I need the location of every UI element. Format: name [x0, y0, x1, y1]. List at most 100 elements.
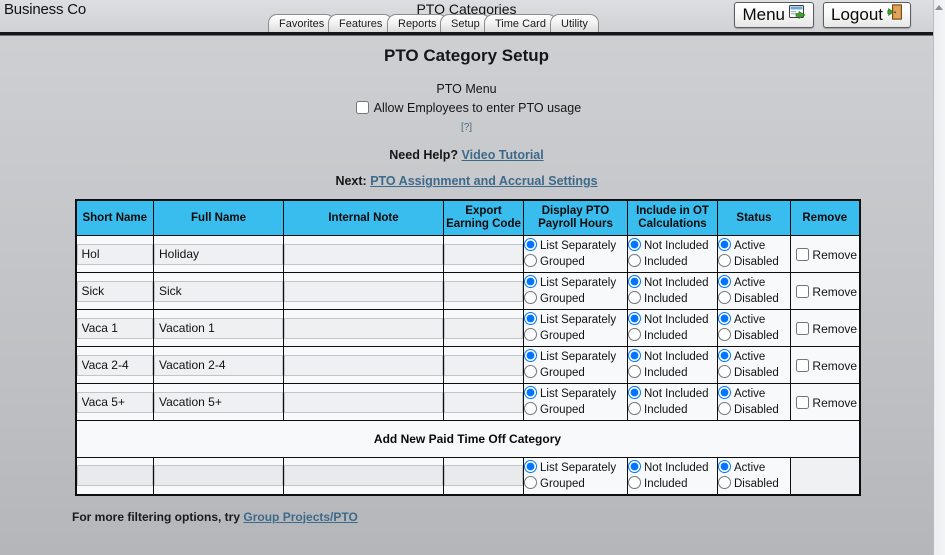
display-pto-radio[interactable]	[524, 254, 537, 267]
include-ot-radio[interactable]	[628, 365, 641, 378]
logout-button[interactable]: Logout	[823, 2, 911, 28]
display-pto-option[interactable]: List Separately	[524, 349, 627, 365]
internal-note-input[interactable]	[284, 317, 443, 339]
new-status-option[interactable]: Disabled	[718, 475, 790, 492]
scroll-up-arrow-icon[interactable]	[935, 3, 944, 12]
full-name-input[interactable]	[154, 391, 283, 413]
remove-checkbox[interactable]	[796, 395, 810, 409]
display-pto-radio[interactable]	[524, 291, 537, 304]
export-earning-code-input[interactable]	[444, 280, 523, 302]
new-short-name-input[interactable]	[76, 465, 153, 487]
status-radio[interactable]	[718, 386, 731, 399]
display-pto-option[interactable]: List Separately	[524, 386, 627, 402]
new-display-pto-radio[interactable]	[524, 459, 537, 473]
include-ot-radio[interactable]	[628, 349, 641, 362]
status-radio[interactable]	[718, 275, 731, 288]
include-ot-option[interactable]: Not Included	[628, 238, 717, 254]
export-earning-code-input[interactable]	[444, 243, 523, 265]
display-pto-radio[interactable]	[524, 365, 537, 378]
remove-row-control[interactable]: Remove	[792, 358, 857, 373]
tab-features[interactable]: Features	[328, 14, 394, 33]
status-radio[interactable]	[718, 254, 731, 267]
menu-button[interactable]: Menu	[734, 2, 814, 28]
include-ot-option[interactable]: Not Included	[628, 275, 717, 291]
new-status-radio[interactable]	[718, 475, 731, 489]
include-ot-radio[interactable]	[628, 328, 641, 341]
remove-checkbox[interactable]	[796, 284, 810, 298]
include-ot-option[interactable]: Not Included	[628, 349, 717, 365]
display-pto-option[interactable]: Grouped	[524, 402, 627, 418]
display-pto-radio[interactable]	[524, 328, 537, 341]
include-ot-option[interactable]: Included	[628, 254, 717, 270]
include-ot-radio[interactable]	[628, 402, 641, 415]
include-ot-option[interactable]: Included	[628, 402, 717, 418]
status-option[interactable]: Disabled	[718, 254, 790, 270]
remove-checkbox[interactable]	[796, 321, 810, 335]
display-pto-option[interactable]: List Separately	[524, 312, 627, 328]
status-option[interactable]: Disabled	[718, 402, 790, 418]
include-ot-option[interactable]: Included	[628, 291, 717, 307]
include-ot-radio[interactable]	[628, 238, 641, 251]
remove-checkbox[interactable]	[796, 247, 810, 261]
full-name-input[interactable]	[154, 354, 283, 376]
remove-checkbox[interactable]	[796, 358, 810, 372]
next-settings-link[interactable]: PTO Assignment and Accrual Settings	[370, 174, 597, 188]
new-include-ot-radio[interactable]	[628, 459, 641, 473]
new-include-ot-option[interactable]: Included	[628, 475, 717, 492]
display-pto-radio[interactable]	[524, 402, 537, 415]
full-name-input[interactable]	[154, 243, 283, 265]
include-ot-radio[interactable]	[628, 291, 641, 304]
display-pto-option[interactable]: Grouped	[524, 291, 627, 307]
short-name-input[interactable]	[76, 317, 153, 339]
short-name-input[interactable]	[76, 280, 153, 302]
new-internal-note-input[interactable]	[284, 465, 443, 487]
status-option[interactable]: Active	[718, 275, 790, 291]
include-ot-option[interactable]: Not Included	[628, 386, 717, 402]
include-ot-radio[interactable]	[628, 312, 641, 325]
new-display-pto-option[interactable]: Grouped	[524, 475, 627, 492]
remove-row-control[interactable]: Remove	[792, 247, 857, 262]
internal-note-input[interactable]	[284, 354, 443, 376]
status-option[interactable]: Disabled	[718, 291, 790, 307]
video-tutorial-link[interactable]: Video Tutorial	[462, 148, 544, 162]
status-option[interactable]: Active	[718, 386, 790, 402]
internal-note-input[interactable]	[284, 280, 443, 302]
status-radio[interactable]	[718, 402, 731, 415]
full-name-input[interactable]	[154, 280, 283, 302]
group-projects-pto-link[interactable]: Group Projects/PTO	[243, 510, 357, 524]
status-radio[interactable]	[718, 365, 731, 378]
display-pto-radio[interactable]	[524, 275, 537, 288]
short-name-input[interactable]	[76, 354, 153, 376]
new-include-ot-option[interactable]: Not Included	[628, 459, 717, 476]
new-export-earning-code-input[interactable]	[444, 465, 523, 487]
include-ot-radio[interactable]	[628, 386, 641, 399]
display-pto-option[interactable]: List Separately	[524, 275, 627, 291]
short-name-input[interactable]	[76, 391, 153, 413]
include-ot-option[interactable]: Included	[628, 328, 717, 344]
full-name-input[interactable]	[154, 317, 283, 339]
display-pto-radio[interactable]	[524, 386, 537, 399]
status-option[interactable]: Disabled	[718, 328, 790, 344]
display-pto-option[interactable]: List Separately	[524, 238, 627, 254]
status-radio[interactable]	[718, 291, 731, 304]
include-ot-radio[interactable]	[628, 254, 641, 267]
remove-row-control[interactable]: Remove	[792, 395, 857, 410]
allow-employees-checkbox[interactable]	[355, 101, 369, 114]
new-include-ot-radio[interactable]	[628, 475, 641, 489]
new-display-pto-radio[interactable]	[524, 475, 537, 489]
page-scrollbar[interactable]	[933, 0, 945, 555]
help-question-link[interactable]: [?]	[461, 122, 472, 133]
display-pto-option[interactable]: Grouped	[524, 254, 627, 270]
display-pto-radio[interactable]	[524, 312, 537, 325]
include-ot-radio[interactable]	[628, 275, 641, 288]
status-option[interactable]: Active	[718, 312, 790, 328]
short-name-input[interactable]	[76, 243, 153, 265]
display-pto-radio[interactable]	[524, 349, 537, 362]
new-display-pto-option[interactable]: List Separately	[524, 459, 627, 476]
status-radio[interactable]	[718, 349, 731, 362]
status-option[interactable]: Disabled	[718, 365, 790, 381]
include-ot-option[interactable]: Included	[628, 365, 717, 381]
remove-row-control[interactable]: Remove	[792, 284, 857, 299]
include-ot-option[interactable]: Not Included	[628, 312, 717, 328]
export-earning-code-input[interactable]	[444, 317, 523, 339]
